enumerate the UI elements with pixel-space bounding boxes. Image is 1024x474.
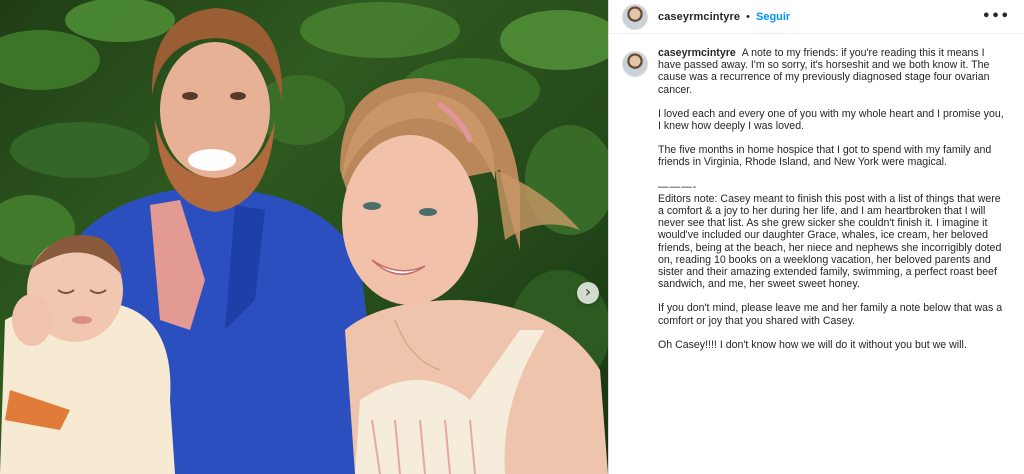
header-username[interactable]: caseyrmcintyre: [658, 11, 740, 23]
post-photo[interactable]: ›: [0, 0, 608, 474]
caption-area[interactable]: caseyrmcintyre A note to my friends: if …: [609, 47, 1024, 474]
header-separator: •: [746, 10, 750, 23]
post-header: caseyrmcintyre • Seguir •••: [609, 0, 1024, 34]
caption-avatar[interactable]: [622, 51, 648, 77]
caption-paragraph-3: The five months in home hospice that I g…: [658, 144, 992, 169]
caption-row: caseyrmcintyre A note to my friends: if …: [622, 47, 1011, 363]
caption-paragraph-6: Oh Casey!!!! I don't know how we will do…: [658, 338, 967, 351]
caption-separator: ———-: [658, 180, 698, 193]
caption-paragraph-1: caseyrmcintyre A note to my friends: if …: [658, 47, 1006, 96]
post-sidebar: caseyrmcintyre • Seguir ••• caseyrmcinty…: [608, 0, 1024, 474]
caption-text: caseyrmcintyre A note to my friends: if …: [658, 47, 1006, 363]
instagram-post: › caseyrmcintyre • Seguir ••• caseyrmcin…: [0, 0, 1024, 474]
caption-paragraph-2: I loved each and every one of you with m…: [658, 107, 1004, 133]
caption-paragraph-4: Editors note: Casey meant to finish this…: [658, 192, 1002, 291]
avatar[interactable]: [622, 3, 648, 30]
more-horizontal-icon[interactable]: •••: [982, 9, 1010, 24]
next-photo-button[interactable]: ›: [577, 282, 599, 304]
family-photo-illustration: [0, 0, 608, 474]
follow-button[interactable]: Seguir: [756, 11, 790, 23]
chevron-right-icon: ›: [584, 282, 592, 301]
caption-paragraph-5: If you don't mind, please leave me and h…: [658, 302, 1003, 327]
caption-username[interactable]: caseyrmcintyre: [658, 47, 739, 59]
